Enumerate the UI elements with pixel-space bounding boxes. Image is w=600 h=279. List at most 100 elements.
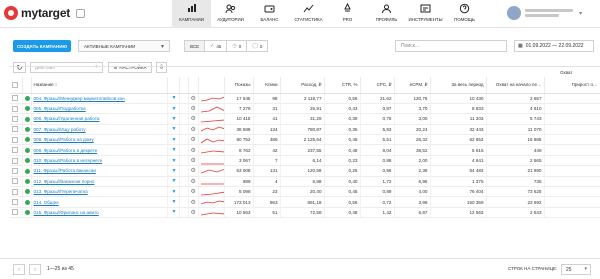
select-all-checkbox-cell[interactable]	[10, 77, 23, 94]
gear-icon[interactable]: ⚙	[191, 168, 196, 174]
campaign-link[interactable]: 006. Фразы//Удаленная работа	[34, 116, 100, 121]
nav-item-1[interactable]: Аудитории	[211, 0, 250, 28]
campaign-link[interactable]: 008. Фразы//Работа на дому	[34, 137, 94, 142]
row-checkbox-cell[interactable]	[10, 196, 23, 208]
table-row[interactable]: 006. Фразы//Удаленная работа ▼ ⚙ 10 415 41 31…	[10, 113, 600, 125]
row-settings-cell[interactable]: ⚙	[188, 196, 199, 208]
gear-icon[interactable]: ⚙	[191, 158, 196, 164]
row-checkbox-cell[interactable]	[10, 124, 23, 136]
campaign-link[interactable]: 014. Общее	[34, 200, 59, 205]
checkbox[interactable]	[12, 81, 18, 88]
rows-per-page-select[interactable]: 25 ▾	[561, 264, 591, 275]
column-header-clicks[interactable]: Клики	[253, 77, 281, 94]
checkbox[interactable]	[12, 209, 18, 216]
chevron-down-icon[interactable]: ▼	[172, 199, 177, 205]
table-row[interactable]: 009. Фразы//Работа в декрете ▼ ⚙ 8 762 42 237…	[10, 144, 600, 156]
campaign-name-cell[interactable]: 013. Фразы//Перепечатка	[31, 186, 168, 198]
checkbox[interactable]	[12, 115, 18, 122]
campaign-name-cell[interactable]: 011. Фразы//Работа вакансии	[31, 165, 168, 177]
chevron-down-icon[interactable]: ▼	[172, 116, 177, 122]
campaign-name-cell[interactable]: 005. Фразы//Подработка	[31, 103, 168, 115]
row-menu-cell[interactable]: ▼	[167, 144, 180, 156]
column-header-ctr[interactable]: CTR, %	[324, 77, 361, 94]
row-menu-cell[interactable]: ▼	[167, 134, 180, 146]
table-row[interactable]: 005. Фразы//Подработка ▼ ⚙ 7 278 31 26,91 0,43…	[10, 103, 600, 115]
row-checkbox-cell[interactable]	[10, 186, 23, 198]
prev-page-button[interactable]: ‹	[13, 264, 25, 275]
row-menu-cell[interactable]: ▼	[167, 93, 180, 104]
gear-icon[interactable]: ⚙	[191, 137, 196, 143]
gear-icon[interactable]: ⚙	[191, 148, 196, 154]
campaign-name-cell[interactable]: 006. Фразы//Удаленная работа	[31, 113, 168, 125]
row-settings-cell[interactable]: ⚙	[188, 93, 199, 104]
logo[interactable]: mytarget	[4, 6, 86, 20]
chevron-down-icon[interactable]: ▼	[172, 147, 177, 153]
status-deleted-button[interactable]: ◯ 0	[246, 40, 269, 52]
campaign-link[interactable]: 012. Фразы//Вакансии порно	[34, 179, 95, 184]
row-menu-cell[interactable]: ▼	[167, 113, 180, 125]
checkbox[interactable]	[12, 105, 18, 112]
checkbox[interactable]	[12, 167, 18, 174]
chevron-down-icon[interactable]: ▼	[172, 95, 177, 101]
row-checkbox-cell[interactable]	[10, 155, 23, 167]
table-row[interactable]: 007. Фразы//Ищу работу ▼ ⚙ 38 589 134 780,87 0…	[10, 124, 600, 136]
row-settings-cell[interactable]: ⚙	[188, 155, 199, 167]
column-header-period[interactable]: За весь период	[430, 77, 487, 94]
create-campaign-button[interactable]: СОЗДАТЬ КАМПАНИЮ	[13, 40, 71, 52]
table-row[interactable]: 013. Фразы//Перепечатка ▼ ⚙ 5 098 23 20,40 0,4…	[10, 186, 600, 198]
campaign-link[interactable]: 004. Фразы//Менеджер маркетплейсов кон	[34, 96, 125, 101]
column-header-cpc[interactable]: CPC, ₽	[360, 77, 395, 94]
chevron-down-icon[interactable]: ▼	[172, 137, 177, 143]
campaign-name-cell[interactable]: 004. Фразы//Менеджер маркетплейсов кон	[31, 93, 168, 104]
chevron-down-icon[interactable]: ▼	[172, 158, 177, 164]
nav-item-5[interactable]: Профиль	[367, 0, 406, 28]
row-checkbox-cell[interactable]	[10, 207, 23, 219]
gear-icon[interactable]: ⚙	[191, 179, 196, 185]
column-header-ecpm[interactable]: eCPM, ₽	[394, 77, 431, 94]
table-row[interactable]: 008. Фразы//Работа на дому ▼ ⚙ 80 752 386 2 1…	[10, 134, 600, 146]
status-active-button[interactable]: ✓ 45	[204, 40, 228, 52]
campaign-name-cell[interactable]: 015. Фразы//Фриланс на авито	[31, 207, 168, 219]
campaign-link[interactable]: 013. Фразы//Перепечатка	[34, 189, 88, 194]
chevron-down-icon[interactable]: ▼	[172, 168, 177, 174]
nav-item-3[interactable]: Статистика	[289, 0, 328, 28]
row-menu-cell[interactable]: ▼	[167, 196, 180, 208]
campaign-name-cell[interactable]: 012. Фразы//Вакансии порно	[31, 176, 168, 188]
checkbox[interactable]	[12, 199, 18, 206]
search-input[interactable]: Поиск...	[395, 40, 507, 52]
row-settings-cell[interactable]: ⚙	[188, 134, 199, 146]
row-menu-cell[interactable]: ▼	[167, 155, 180, 167]
row-menu-cell[interactable]: ▼	[167, 103, 180, 115]
row-menu-cell[interactable]: ▼	[167, 176, 180, 188]
chevron-down-icon[interactable]: ▼	[172, 189, 177, 195]
campaign-link[interactable]: 009. Фразы//Работа в декрете	[34, 148, 98, 153]
row-settings-cell[interactable]: ⚙	[188, 144, 199, 156]
campaign-name-cell[interactable]: 014. Общее	[31, 196, 168, 208]
row-checkbox-cell[interactable]	[10, 144, 23, 156]
chevron-down-icon[interactable]: ▼	[172, 209, 177, 215]
nav-item-6[interactable]: Инструменты	[406, 0, 445, 28]
row-checkbox-cell[interactable]	[10, 134, 23, 146]
checkbox[interactable]	[12, 178, 18, 185]
chevron-down-icon[interactable]: ▼	[172, 126, 177, 132]
gear-icon[interactable]: ⚙	[191, 96, 196, 102]
campaign-link[interactable]: 005. Фразы//Подработка	[34, 106, 86, 111]
column-header-growth[interactable]: Прирост о…	[544, 77, 600, 94]
status-all-button[interactable]: ВСЕ	[184, 40, 206, 52]
campaign-link[interactable]: 010. Фразы//Работа в интернете	[34, 158, 103, 163]
row-checkbox-cell[interactable]	[10, 103, 23, 115]
table-row[interactable]: 010. Фразы//Работа в интернете ▼ ⚙ 3 067 7 6,…	[10, 155, 600, 167]
chevron-down-icon[interactable]: ▼	[172, 106, 177, 112]
nav-item-2[interactable]: Баланс	[250, 0, 289, 28]
table-row[interactable]: 004. Фразы//Менеджер маркетплейсов кон ▼ ⚙…	[10, 93, 600, 104]
row-checkbox-cell[interactable]	[10, 113, 23, 125]
row-settings-cell[interactable]: ⚙	[188, 186, 199, 198]
campaign-name-cell[interactable]: 009. Фразы//Работа в декрете	[31, 144, 168, 156]
gear-icon[interactable]: ⚙	[191, 127, 196, 133]
next-page-button[interactable]: ›	[29, 264, 41, 275]
campaign-link[interactable]: 015. Фразы//Фриланс на авито	[34, 210, 99, 215]
checkbox[interactable]	[12, 126, 18, 133]
campaign-filter-select[interactable]: АКТИВНЫЕ КАМПАНИИ ▾	[78, 40, 170, 52]
row-checkbox-cell[interactable]	[10, 93, 23, 104]
row-menu-cell[interactable]: ▼	[167, 124, 180, 136]
